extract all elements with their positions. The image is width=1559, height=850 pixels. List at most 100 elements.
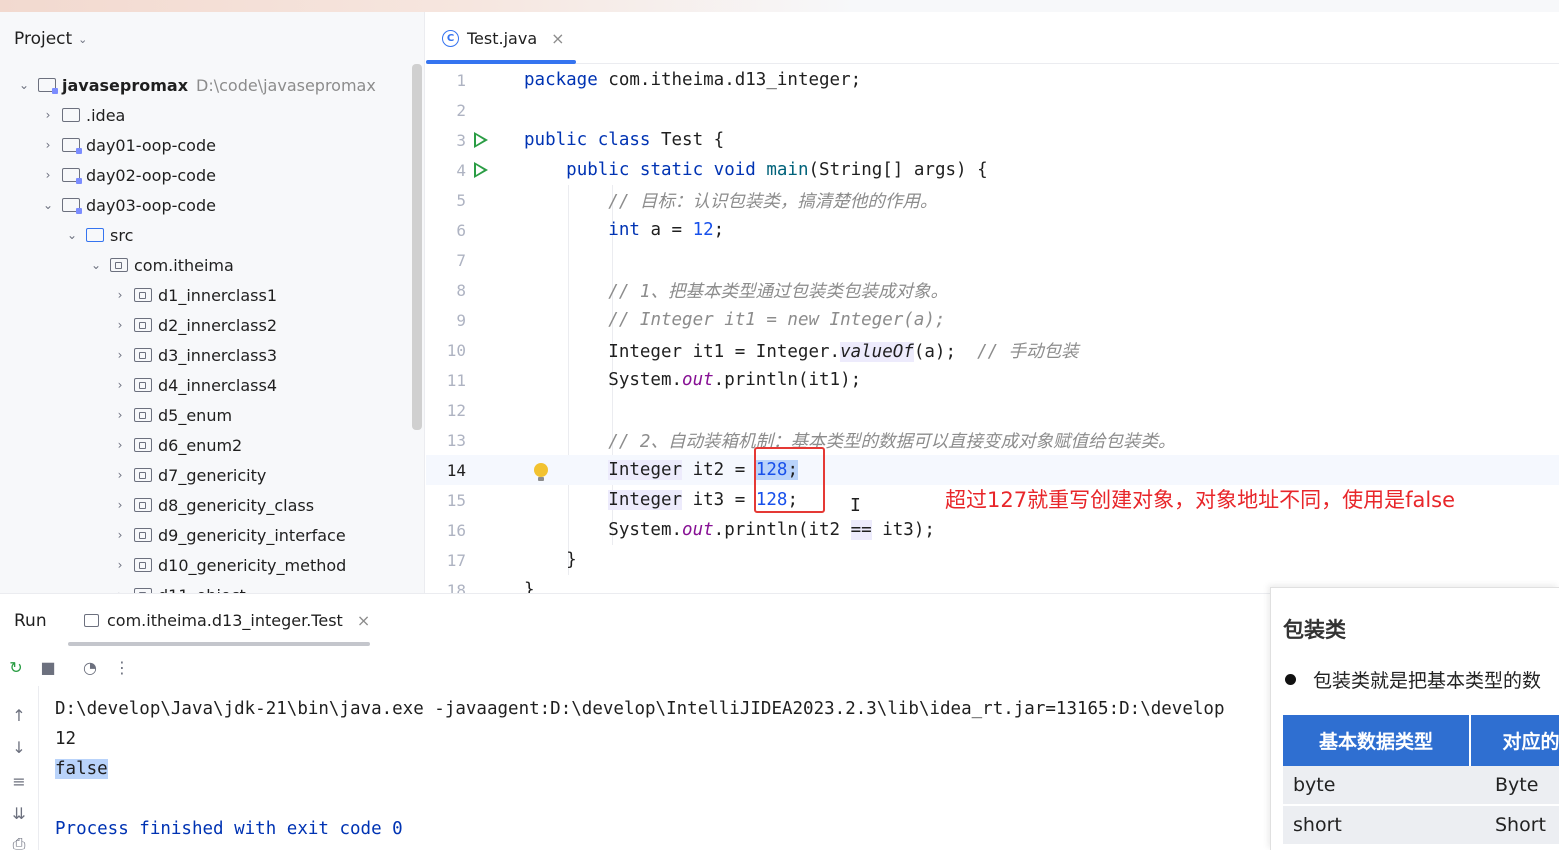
tree-item-label: d9_genericity_interface [158,525,346,545]
line-number: 14 [446,460,466,480]
chevron-down-icon[interactable]: ⌄ [40,198,56,212]
folder-icon [62,108,80,122]
close-icon[interactable]: × [551,29,564,48]
tree-item-label: day02-oop-code [86,165,216,185]
code-line: 4 public static void main(String[] args)… [426,155,1559,185]
line-number: 3 [456,130,466,150]
close-icon[interactable]: × [357,611,370,630]
tree-item[interactable]: ⌄ src [0,220,410,250]
tree-item[interactable]: › d1_innerclass1 [0,280,410,310]
more-options-icon[interactable]: ⋮ [112,658,132,678]
run-title: Run [14,611,47,631]
scroll-up-icon[interactable]: ↑ [8,706,30,728]
chevron-right-icon[interactable]: › [40,108,56,122]
console-line: Process finished with exit code 0 [55,819,403,839]
code-line: 16 System.out.println(it2 == it3); [426,515,1559,545]
package-icon [134,288,152,302]
tree-item[interactable]: › .idea [0,100,410,130]
scroll-to-end-icon[interactable]: ⇊ [8,804,30,826]
chevron-right-icon[interactable]: › [112,528,128,542]
tree-item[interactable]: ⌄ day03-oop-code [0,190,410,220]
package-icon [134,528,152,542]
table-header-cell: 基本数据类型 [1283,715,1471,766]
soft-wrap-icon[interactable]: ≡ [8,772,30,794]
package-icon [134,408,152,422]
line-number: 11 [446,370,466,390]
chevron-down-icon[interactable]: ⌄ [64,228,80,242]
run-config-icon [84,614,99,627]
module-folder-icon [62,168,82,184]
tree-item-path: D:\code\javasepromax [196,75,376,95]
scroll-down-icon[interactable]: ↓ [8,738,30,760]
run-gutter-icon[interactable] [474,162,488,178]
stop-icon[interactable]: ■ [38,658,58,678]
slide-bullet: 包装类就是把基本类型的数 [1285,666,1541,693]
source-folder-icon [86,228,104,242]
slide-title: 包装类 [1283,618,1346,642]
rerun-icon[interactable]: ↻ [6,658,26,678]
project-scrollbar[interactable] [412,64,422,430]
table-cell: Byte [1471,766,1559,804]
chevron-right-icon[interactable]: › [112,498,128,512]
project-header[interactable]: Project ⌄ [14,29,87,49]
tree-item[interactable]: › d3_innerclass3 [0,340,410,370]
chevron-right-icon[interactable]: › [40,168,56,182]
table-row: short Short [1283,806,1559,846]
tree-item-label: src [110,225,134,245]
code-line: 6 int a = 12; [426,215,1559,245]
line-number: 5 [456,190,466,210]
tree-item[interactable]: › d9_genericity_interface [0,520,410,550]
tab-test-java[interactable]: C Test.java × [426,12,576,64]
profiler-icon[interactable]: ◔ [80,658,100,678]
code-line: 13 // 2、自动装箱机制：基本类型的数据可以直接变成对象赋值给包装类。 [426,425,1559,455]
chevron-right-icon[interactable]: › [112,408,128,422]
code-editor[interactable]: C Test.java × 1 package com.itheima.d13_i… [426,12,1559,593]
tree-item[interactable]: › day01-oop-code [0,130,410,160]
chevron-right-icon[interactable]: › [112,348,128,362]
console-line: 12 [55,729,77,749]
tree-item[interactable]: › d5_enum [0,400,410,430]
chevron-right-icon[interactable]: › [112,468,128,482]
tree-item[interactable]: › d4_innerclass4 [0,370,410,400]
tree-item[interactable]: › day02-oop-code [0,160,410,190]
tree-item[interactable]: ⌄ javasepromax D:\code\javasepromax [0,70,410,100]
print-icon[interactable]: ⎙ [8,834,30,850]
chevron-right-icon[interactable]: › [112,438,128,452]
active-tab-indicator [426,60,576,64]
tree-item[interactable]: › d8_genericity_class [0,490,410,520]
chevron-down-icon[interactable]: ⌄ [16,78,32,92]
code-line: 12 [426,395,1559,425]
tree-item-label: d4_innerclass4 [158,375,278,395]
console-output[interactable]: D:\develop\Java\jdk-21\bin\java.exe -jav… [55,694,1270,844]
code-line: 8 // 1、把基本类型通过包装类包装成对象。 [426,275,1559,305]
tab-label: Test.java [467,28,538,48]
module-folder-icon [38,78,58,94]
tree-item-label: d8_genericity_class [158,495,315,515]
tree-item[interactable]: › d10_genericity_method [0,550,410,580]
tree-item-label: .idea [86,105,126,125]
tree-item-label: d11_object [158,586,246,594]
tree-item[interactable]: › d2_innerclass2 [0,310,410,340]
window-top-strip [0,0,1559,12]
editor-tab-bar: C Test.java × [426,12,1559,64]
run-config-tab[interactable]: com.itheima.d13_integer.Test × [84,611,370,630]
code-line: 3 public class Test { [426,125,1559,155]
java-class-icon: C [442,29,459,47]
chevron-right-icon[interactable]: › [112,288,128,302]
tree-item[interactable]: ⌄ com.itheima [0,250,410,280]
tree-item[interactable]: › d7_genericity [0,460,410,490]
chevron-right-icon[interactable]: › [112,318,128,332]
table-cell: Short [1471,806,1559,844]
tree-item[interactable]: ›d11_object [0,580,410,593]
module-folder-icon [62,198,82,214]
run-tab-indicator [68,642,370,646]
chevron-right-icon[interactable]: › [112,558,128,572]
chevron-right-icon[interactable]: › [40,138,56,152]
tree-item[interactable]: › d6_enum2 [0,430,410,460]
chevron-down-icon[interactable]: ⌄ [88,258,104,272]
chevron-right-icon[interactable]: › [112,378,128,392]
wrapper-table: 基本数据类型 对应的 byte Byte short Short [1283,715,1559,846]
line-number: 1 [456,70,466,90]
run-gutter-icon[interactable] [474,132,488,148]
text-cursor-icon: I [850,495,861,516]
